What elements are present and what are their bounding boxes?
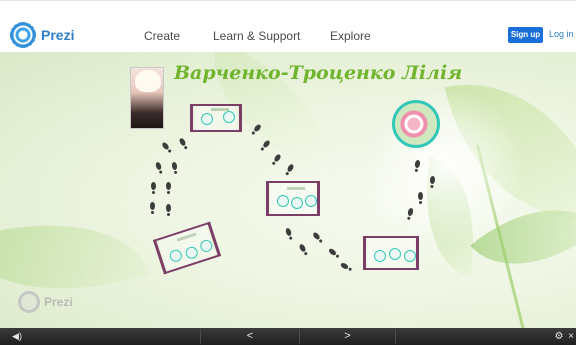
topic-circle	[305, 195, 317, 207]
logo-text: Prezi	[41, 27, 75, 43]
prezi-logo[interactable]: Prezi	[10, 22, 74, 48]
topic-frame-4[interactable]	[363, 236, 419, 270]
next-button[interactable]: >	[300, 329, 396, 344]
player-toolbar: ◀) < > ⚙ ×	[0, 328, 576, 345]
topic-frame-1[interactable]	[190, 104, 242, 132]
topic-circle	[277, 195, 289, 207]
topic-circle	[184, 245, 200, 261]
topic-frame-2[interactable]	[266, 181, 320, 216]
nav-explore[interactable]: Explore	[330, 29, 371, 43]
flower-bouquet-topic[interactable]	[392, 100, 440, 148]
presentation-canvas[interactable]: Варченко-Троценко Лілія Prezi	[0, 52, 576, 328]
sign-up-button[interactable]: Sign up	[508, 27, 543, 43]
prezi-logo-icon	[10, 22, 36, 48]
topic-heading	[176, 232, 197, 242]
log-in-link[interactable]: Log in	[549, 29, 574, 39]
prezi-logo-icon	[18, 291, 40, 313]
previous-button[interactable]: <	[200, 329, 300, 344]
site-header: Prezi Create Learn & Support Explore Sig…	[0, 0, 576, 52]
topic-circle	[389, 248, 401, 260]
topic-heading	[211, 108, 229, 111]
gear-icon[interactable]: ⚙	[552, 329, 566, 344]
watermark-text: Prezi	[44, 295, 73, 309]
prezi-watermark: Prezi	[18, 291, 73, 313]
topic-heading	[287, 187, 305, 190]
topic-circle	[198, 238, 214, 254]
topic-circle	[404, 250, 416, 262]
presentation-title: Варченко-Троценко Лілія	[174, 62, 463, 84]
light-glow	[360, 92, 530, 242]
author-photo	[130, 67, 164, 129]
topic-circle	[168, 248, 184, 264]
topic-circle	[291, 197, 303, 209]
topic-circle	[201, 113, 213, 125]
nav-learn-support[interactable]: Learn & Support	[213, 29, 300, 43]
topic-frame-3[interactable]	[152, 221, 222, 275]
topic-circle	[374, 250, 386, 262]
close-icon[interactable]: ×	[566, 329, 576, 344]
topic-circle	[223, 111, 235, 123]
speaker-icon[interactable]: ◀)	[10, 329, 24, 344]
nav-create[interactable]: Create	[144, 29, 180, 43]
